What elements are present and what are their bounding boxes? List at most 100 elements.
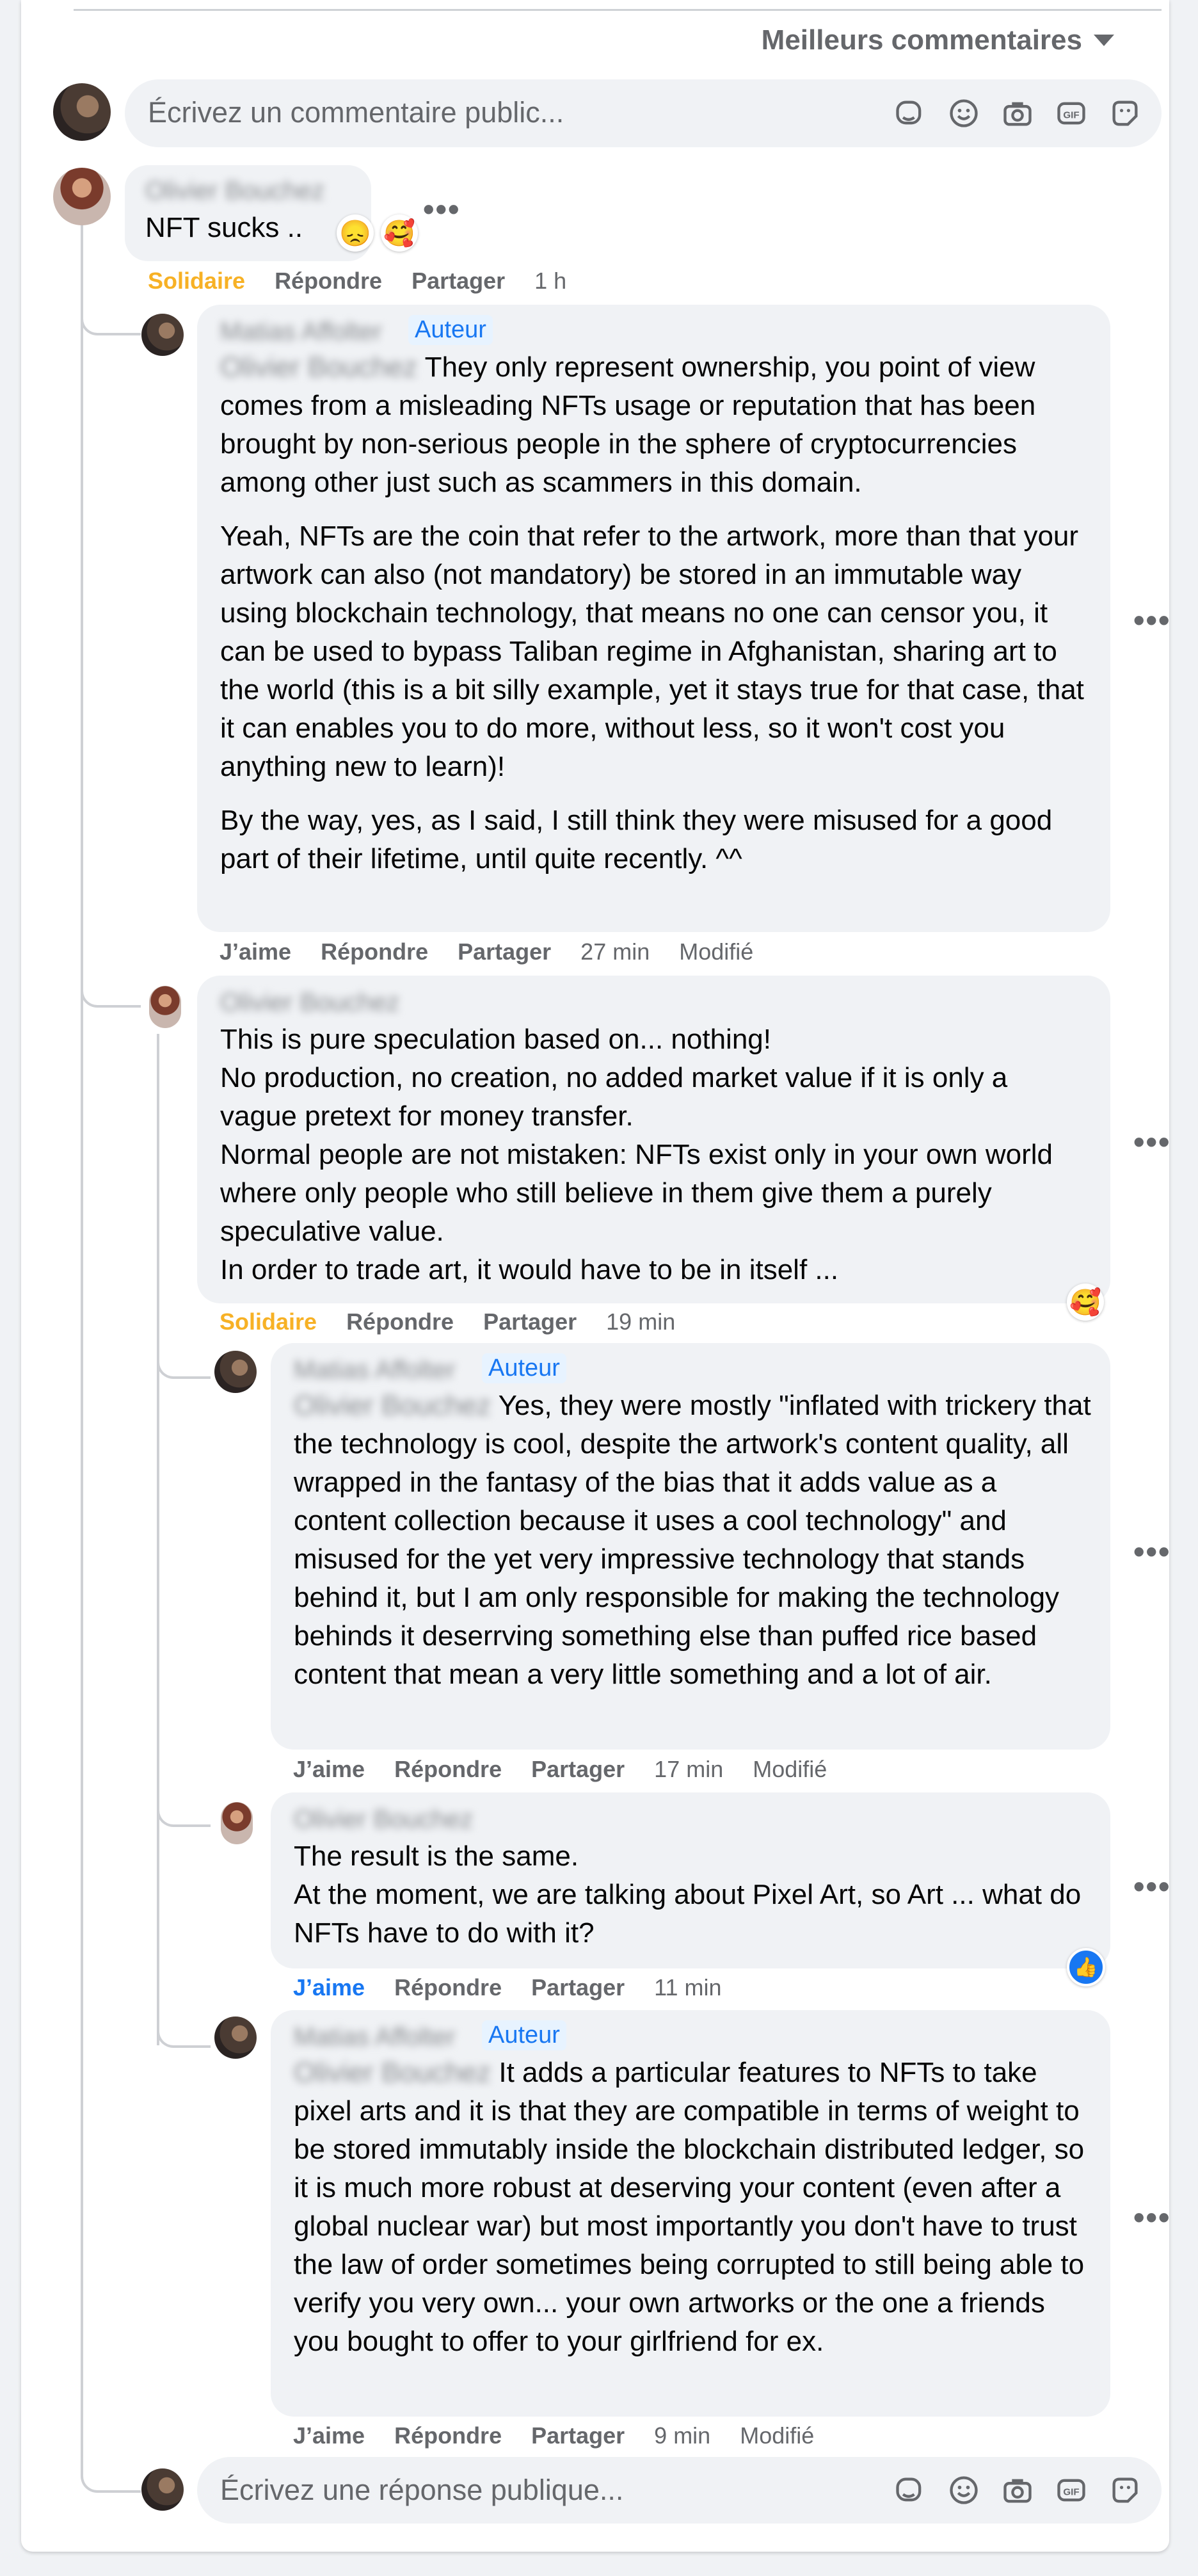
comment-actions: Solidaire Répondre Partager 19 min xyxy=(220,1308,675,1335)
avatar[interactable] xyxy=(53,83,111,141)
comment-text: Olivier Bouchez They only represent owne… xyxy=(220,348,1090,894)
author-name[interactable]: Matias Affolter xyxy=(220,318,382,346)
avatar-sticker-icon[interactable] xyxy=(893,96,927,131)
svg-text:GIF: GIF xyxy=(1063,110,1079,121)
timestamp[interactable]: 19 min xyxy=(606,1308,675,1335)
comment-line: At the moment, we are talking about Pixe… xyxy=(294,1879,1082,1949)
reply-connector xyxy=(81,301,141,335)
comments-panel: Meilleurs commentaires Écrivez un commen… xyxy=(21,0,1171,2552)
more-options-icon[interactable]: ••• xyxy=(1133,2199,1171,2236)
author-name[interactable]: Olivier Bouchez xyxy=(145,177,324,205)
react-button[interactable]: Solidaire xyxy=(220,1308,317,1335)
emoji-icon[interactable] xyxy=(946,96,981,131)
timestamp[interactable]: 11 min xyxy=(654,1974,721,2001)
comment-body: It adds a particular features to NFTs to… xyxy=(294,2057,1085,2357)
like-button[interactable]: J’aime xyxy=(293,2422,365,2449)
react-button[interactable]: Solidaire xyxy=(148,268,245,294)
author-badge: Auteur xyxy=(408,315,493,345)
thread-line-nested xyxy=(157,1034,159,2045)
reply-button[interactable]: Répondre xyxy=(394,2422,502,2449)
share-button[interactable]: Partager xyxy=(458,938,551,965)
like-button[interactable]: J’aime xyxy=(293,1756,365,1783)
more-options-icon[interactable]: ••• xyxy=(1133,1123,1171,1161)
timestamp[interactable]: 27 min xyxy=(580,938,650,965)
comment-actions: J’aime Répondre Partager 9 min Modifié xyxy=(293,2422,814,2449)
author-name[interactable]: Matias Affolter xyxy=(294,1356,456,1385)
avatar-sticker-icon[interactable] xyxy=(893,2473,927,2508)
sort-label: Meilleurs commentaires xyxy=(761,24,1082,56)
avatar[interactable] xyxy=(214,2017,257,2059)
like-button[interactable]: J’aime xyxy=(293,1974,365,2001)
comment-text: NFT sucks .. xyxy=(145,209,303,247)
timestamp[interactable]: 1 h xyxy=(534,268,566,294)
comment-composer[interactable]: Écrivez un commentaire public... GIF xyxy=(125,79,1162,147)
composer-placeholder: Écrivez un commentaire public... xyxy=(148,96,564,129)
avatar[interactable] xyxy=(214,1351,257,1393)
camera-icon[interactable] xyxy=(1000,96,1035,131)
author-name[interactable]: Matias Affolter xyxy=(294,2023,456,2052)
camera-icon[interactable] xyxy=(1000,2473,1035,2508)
comment-bubble: Matias Affolter Auteur Olivier Bouchez I… xyxy=(271,2010,1110,2417)
comment-line: No production, no creation, no added mar… xyxy=(220,1062,1008,1132)
reply-connector xyxy=(81,973,141,1008)
more-options-icon[interactable]: ••• xyxy=(423,191,461,228)
reply-connector xyxy=(157,1792,211,1827)
comment-line: This is pure speculation based on... not… xyxy=(220,1024,771,1055)
gif-icon[interactable]: GIF xyxy=(1054,96,1089,131)
comment-text: Olivier Bouchez It adds a particular fea… xyxy=(294,2054,1094,2361)
emoji-icon[interactable] xyxy=(946,2473,981,2508)
author-name[interactable]: Olivier Bouchez xyxy=(294,1805,473,1834)
reaction-care[interactable]: 🥰 xyxy=(381,214,418,252)
sticker-icon[interactable] xyxy=(1108,96,1142,131)
more-options-icon[interactable]: ••• xyxy=(1133,1868,1171,1905)
reaction-sad[interactable]: 😞 xyxy=(337,214,374,252)
share-button[interactable]: Partager xyxy=(411,268,505,294)
edited-label: Modifié xyxy=(740,2422,815,2449)
reply-button[interactable]: Répondre xyxy=(394,1756,502,1783)
more-options-icon[interactable]: ••• xyxy=(1133,602,1171,639)
svg-text:GIF: GIF xyxy=(1063,2487,1079,2498)
reaction-care[interactable]: 🥰 xyxy=(1067,1284,1104,1321)
reply-placeholder: Écrivez une réponse publique... xyxy=(220,2474,624,2506)
more-options-icon[interactable]: ••• xyxy=(1133,1533,1171,1570)
comment-actions: J’aime Répondre Partager 11 min xyxy=(293,1974,722,2001)
avatar[interactable] xyxy=(221,1802,253,1844)
reply-connector xyxy=(157,1344,211,1379)
share-button[interactable]: Partager xyxy=(531,1756,625,1783)
share-button[interactable]: Partager xyxy=(483,1308,577,1335)
avatar[interactable] xyxy=(149,986,181,1028)
comment-bubble: Olivier Bouchez This is pure speculation… xyxy=(197,976,1110,1303)
comment-text: This is pure speculation based on... not… xyxy=(220,1020,1090,1289)
sort-dropdown[interactable]: Meilleurs commentaires xyxy=(762,24,1114,56)
like-reaction-icon[interactable]: 👍 xyxy=(1067,1948,1105,1986)
author-badge: Auteur xyxy=(482,1353,566,1383)
timestamp[interactable]: 17 min xyxy=(654,1756,723,1783)
share-button[interactable]: Partager xyxy=(531,1974,625,2001)
mention[interactable]: Olivier Bouchez xyxy=(220,351,417,383)
reply-button[interactable]: Répondre xyxy=(346,1308,454,1335)
like-button[interactable]: J’aime xyxy=(220,938,291,965)
comment-text: The result is the same. At the moment, w… xyxy=(294,1837,1094,1952)
comment-bubble: Matias Affolter Auteur Olivier Bouchez Y… xyxy=(271,1343,1110,1750)
comment-bubble: Olivier Bouchez NFT sucks .. xyxy=(125,165,371,261)
gif-icon[interactable]: GIF xyxy=(1054,2473,1089,2508)
reply-composer[interactable]: Écrivez une réponse publique... GIF xyxy=(197,2457,1162,2524)
mention[interactable]: Olivier Bouchez xyxy=(294,2057,491,2088)
author-badge: Auteur xyxy=(482,2020,566,2050)
reply-button[interactable]: Répondre xyxy=(275,268,382,294)
composer-tools: GIF xyxy=(893,2473,1142,2508)
reply-connector xyxy=(157,2010,211,2048)
timestamp[interactable]: 9 min xyxy=(654,2422,710,2449)
comment-line: Normal people are not mistaken: NFTs exi… xyxy=(220,1139,1053,1247)
avatar[interactable] xyxy=(141,2468,184,2511)
share-button[interactable]: Partager xyxy=(531,2422,625,2449)
avatar[interactable] xyxy=(141,314,184,356)
mention[interactable]: Olivier Bouchez xyxy=(294,1390,491,1421)
author-name[interactable]: Olivier Bouchez xyxy=(220,988,399,1017)
comment-body: Yes, they were mostly "inflated with tri… xyxy=(294,1390,1091,1690)
avatar[interactable] xyxy=(53,168,111,225)
comment-body: NFT sucks .. xyxy=(145,212,303,243)
reply-button[interactable]: Répondre xyxy=(321,938,428,965)
sticker-icon[interactable] xyxy=(1108,2473,1142,2508)
reply-button[interactable]: Répondre xyxy=(394,1974,502,2001)
